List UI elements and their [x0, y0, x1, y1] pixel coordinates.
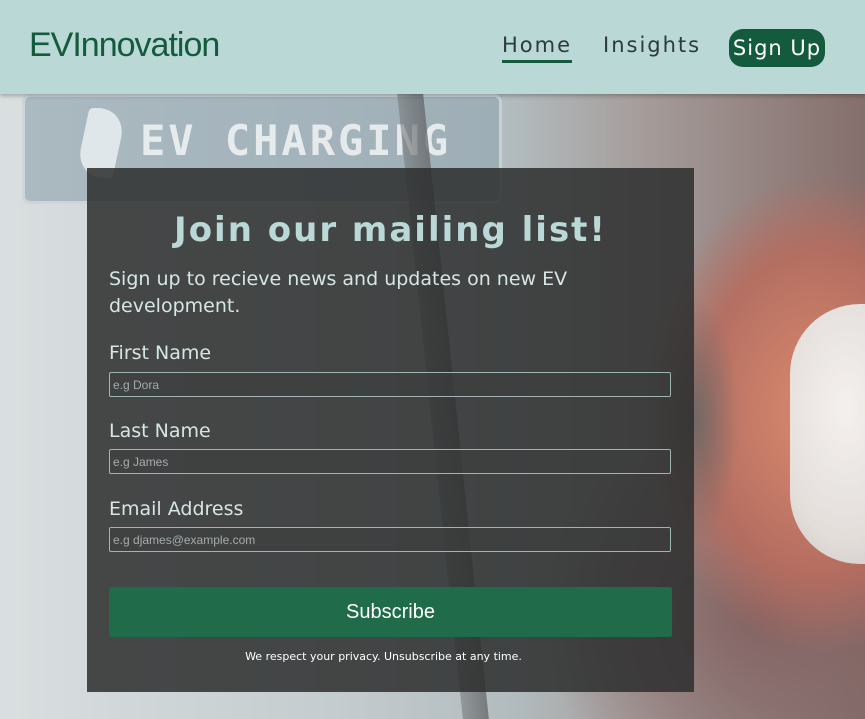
page: EV CHARGING EVInnovation Home Insights S…	[0, 0, 865, 719]
nav-insights-link[interactable]: Insights	[603, 33, 701, 57]
last-name-input[interactable]	[109, 449, 671, 474]
email-label: Email Address	[109, 498, 244, 520]
first-name-label: First Name	[109, 342, 212, 364]
form-subtitle: Sign up to recieve news and updates on n…	[109, 268, 568, 317]
privacy-note: We respect your privacy. Unsubscribe at …	[245, 650, 522, 663]
first-name-input[interactable]	[109, 372, 671, 397]
nav-home-link[interactable]: Home	[502, 33, 573, 63]
form-title: Join our mailing list!	[174, 210, 607, 250]
mailing-list-form: Join our mailing list! Sign up to reciev…	[87, 168, 694, 692]
email-input[interactable]	[109, 527, 671, 552]
site-header: EVInnovation Home Insights Sign Up	[0, 0, 865, 94]
last-name-label: Last Name	[109, 420, 211, 442]
subscribe-button[interactable]: Subscribe	[109, 587, 672, 637]
brand-logo[interactable]: EVInnovation	[29, 26, 220, 65]
nav-signup-button[interactable]: Sign Up	[729, 29, 825, 67]
